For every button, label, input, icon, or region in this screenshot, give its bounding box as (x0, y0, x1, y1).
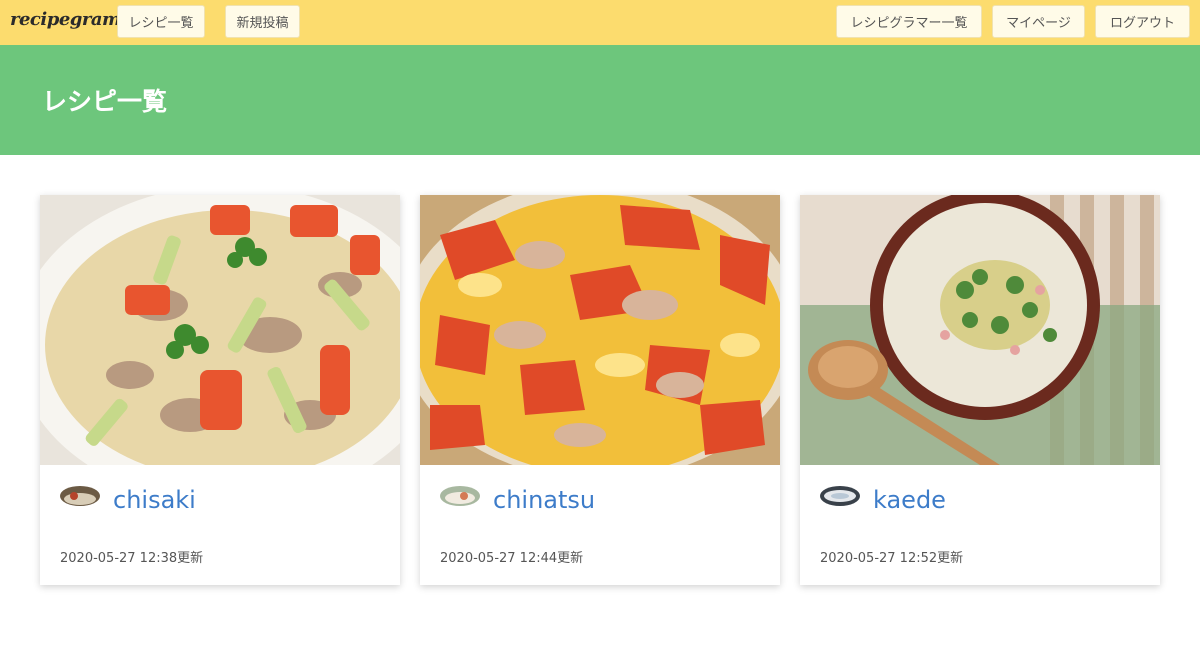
user-avatar[interactable] (820, 486, 860, 506)
recipe-card[interactable]: kaede 2020-05-27 12:52更新 (800, 195, 1160, 585)
recipe-photo[interactable] (40, 195, 400, 465)
top-navbar: recipegram レシピ一覧 新規投稿 レシピグラマー一覧 マイページ ログ… (0, 0, 1200, 45)
updated-timestamp: 2020-05-27 12:52更新 (820, 551, 964, 566)
recipe-author-link[interactable]: kaede (873, 486, 946, 514)
brand-logo[interactable]: recipegram (10, 9, 121, 30)
page-title: レシピ一覧 (42, 87, 168, 116)
recipe-author-link[interactable]: chisaki (113, 486, 196, 514)
nav-mypage-button[interactable]: マイページ (992, 5, 1085, 38)
updated-timestamp: 2020-05-27 12:44更新 (440, 551, 584, 566)
user-avatar[interactable] (60, 486, 100, 506)
updated-timestamp: 2020-05-27 12:38更新 (60, 551, 204, 566)
user-avatar[interactable] (440, 486, 480, 506)
recipe-author-link[interactable]: chinatsu (493, 486, 595, 514)
page-header-banner: レシピ一覧 (0, 45, 1200, 155)
nav-recipe-list-button[interactable]: レシピ一覧 (117, 5, 205, 38)
recipe-photo[interactable] (420, 195, 780, 465)
recipe-card[interactable]: chinatsu 2020-05-27 12:44更新 (420, 195, 780, 585)
nav-recipegrammer-list-button[interactable]: レシピグラマー一覧 (836, 5, 982, 38)
recipe-photo[interactable] (800, 195, 1160, 465)
recipe-card[interactable]: chisaki 2020-05-27 12:38更新 (40, 195, 400, 585)
nav-new-post-button[interactable]: 新規投稿 (225, 5, 300, 38)
nav-logout-button[interactable]: ログアウト (1095, 5, 1190, 38)
